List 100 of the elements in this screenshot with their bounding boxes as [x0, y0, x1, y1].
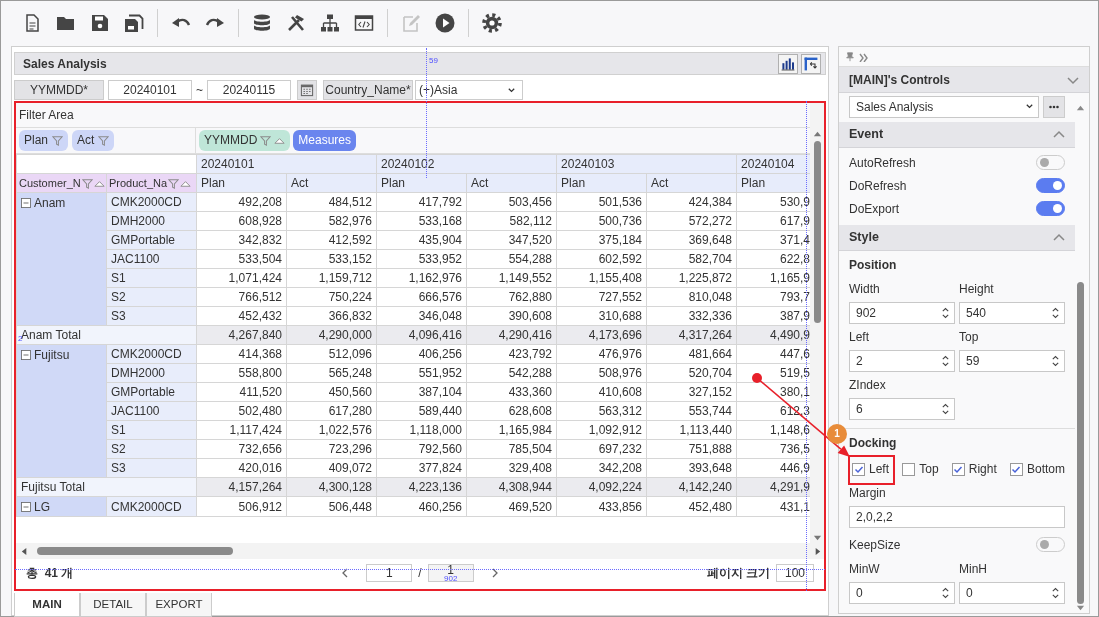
section-title: Style [849, 229, 879, 247]
scroll-down-icon[interactable] [812, 534, 822, 543]
date-to-field[interactable]: 20240115 [207, 80, 291, 100]
save-icon[interactable] [90, 13, 110, 33]
filter-area-label: Filter Area [16, 103, 810, 128]
collapse-icon[interactable] [21, 197, 31, 208]
country-select[interactable]: (+)Asia [415, 80, 523, 100]
field-chip[interactable]: YYMMDD [199, 130, 291, 151]
check-icon [953, 464, 964, 474]
number-field[interactable]: 6 [849, 398, 955, 420]
setting-label: DoRefresh [849, 177, 907, 195]
spinner-icon[interactable] [1051, 307, 1060, 319]
vertical-scrollbar[interactable] [1074, 103, 1086, 613]
calendar-button[interactable] [297, 80, 317, 100]
checked-box[interactable] [1009, 462, 1023, 476]
pin-icon[interactable] [845, 51, 855, 62]
group-name: LG [34, 498, 50, 516]
chevron-down-icon [1025, 102, 1034, 111]
range-separator: ~ [196, 82, 203, 99]
field-chip[interactable]: Act [72, 130, 115, 151]
group-name: Fujitsu [34, 346, 70, 364]
number-field[interactable]: 540 [959, 302, 1065, 324]
scroll-up-icon[interactable] [812, 129, 822, 138]
settings-icon[interactable] [482, 13, 502, 33]
checkbox[interactable]: Left [852, 460, 889, 478]
panel-title: [MAIN]'s Controls [849, 71, 950, 89]
scroll-thumb[interactable] [1076, 282, 1084, 604]
report-title: Sales Analysis [23, 55, 107, 73]
number-field[interactable]: 2 [849, 350, 955, 372]
number-field[interactable]: 902 [849, 302, 955, 324]
collapse-icon[interactable] [21, 349, 31, 360]
page-field[interactable]: 1 [366, 564, 413, 582]
expand-panel-icon[interactable] [859, 51, 869, 62]
number-field[interactable]: 0 [849, 582, 955, 604]
chart-button[interactable] [778, 53, 798, 74]
checkbox[interactable]: Top [902, 460, 939, 478]
scroll-up-icon[interactable] [1075, 103, 1085, 112]
tools-icon[interactable] [286, 13, 306, 33]
tab[interactable]: DETAIL [80, 593, 146, 617]
field-label: MinH [959, 561, 988, 578]
chevron-down-icon [507, 85, 516, 95]
field-label: Top [959, 329, 980, 346]
spinner-icon[interactable] [1051, 587, 1060, 599]
spinner-icon[interactable] [941, 307, 950, 319]
expand-icon[interactable] [1067, 74, 1079, 85]
checkbox[interactable]: Right [951, 460, 997, 478]
date-from-field[interactable]: 20240101 [108, 80, 192, 100]
filter-icon[interactable] [52, 135, 64, 146]
vertical-scrollbar[interactable] [810, 103, 824, 559]
control-select[interactable]: Sales Analysis [849, 95, 1039, 118]
more-button[interactable] [1043, 95, 1065, 118]
field-label: MinW [849, 561, 881, 578]
field-label: Margin [848, 485, 887, 502]
section-header[interactable]: Style [839, 225, 1075, 251]
swap-icon [803, 55, 819, 72]
number-field[interactable]: 59 [959, 350, 1065, 372]
database-icon[interactable] [252, 13, 272, 33]
setting-label: DoExport [849, 200, 900, 218]
pivot-button[interactable] [801, 53, 821, 74]
column-header: 20240101 [196, 154, 377, 174]
tab[interactable]: MAIN [14, 593, 80, 617]
field-label: Left [849, 329, 870, 346]
save-all-icon[interactable] [124, 13, 144, 33]
collapse-icon[interactable] [1053, 232, 1065, 243]
bar-chart-icon [780, 55, 796, 72]
check-icon [853, 464, 864, 474]
spinner-icon[interactable] [941, 355, 950, 367]
scroll-left-icon[interactable] [20, 546, 29, 556]
field-chip[interactable]: Plan [19, 130, 69, 151]
horizontal-scrollbar[interactable] [16, 543, 810, 559]
filter-label: YYMMDD* [14, 80, 104, 100]
checked-box[interactable] [951, 462, 965, 476]
filter-icon[interactable] [260, 135, 272, 146]
section-header[interactable]: Event [839, 122, 1075, 148]
checked-box[interactable] [852, 462, 865, 476]
number-field[interactable]: 0 [959, 582, 1065, 604]
collapse-icon[interactable] [1053, 129, 1065, 140]
field-label: ZIndex [849, 377, 887, 394]
collapse-icon[interactable] [21, 501, 31, 512]
calendar-icon [300, 83, 314, 97]
filter-icon[interactable] [98, 135, 110, 146]
play-icon[interactable] [435, 13, 455, 33]
scroll-thumb[interactable] [37, 547, 233, 555]
tab[interactable]: EXPORT [146, 593, 212, 617]
unchecked-box[interactable] [902, 462, 916, 476]
toggle-switch[interactable] [1036, 201, 1065, 216]
column-header: 20240103 [556, 154, 737, 174]
sort-icon[interactable] [274, 135, 286, 146]
check-icon [1011, 464, 1022, 474]
field-label: Height [959, 281, 995, 298]
group-label: Position [848, 257, 898, 274]
text-field[interactable]: 2,0,2,2 [849, 506, 1065, 528]
checkbox[interactable]: Bottom [1009, 460, 1065, 478]
code-icon[interactable] [354, 13, 374, 33]
spinner-icon[interactable] [1051, 355, 1060, 367]
scroll-thumb[interactable] [813, 141, 821, 323]
spinner-icon[interactable] [941, 587, 950, 599]
hierarchy-icon[interactable] [320, 13, 340, 33]
spinner-icon[interactable] [941, 403, 950, 415]
toggle-switch[interactable] [1036, 178, 1065, 193]
